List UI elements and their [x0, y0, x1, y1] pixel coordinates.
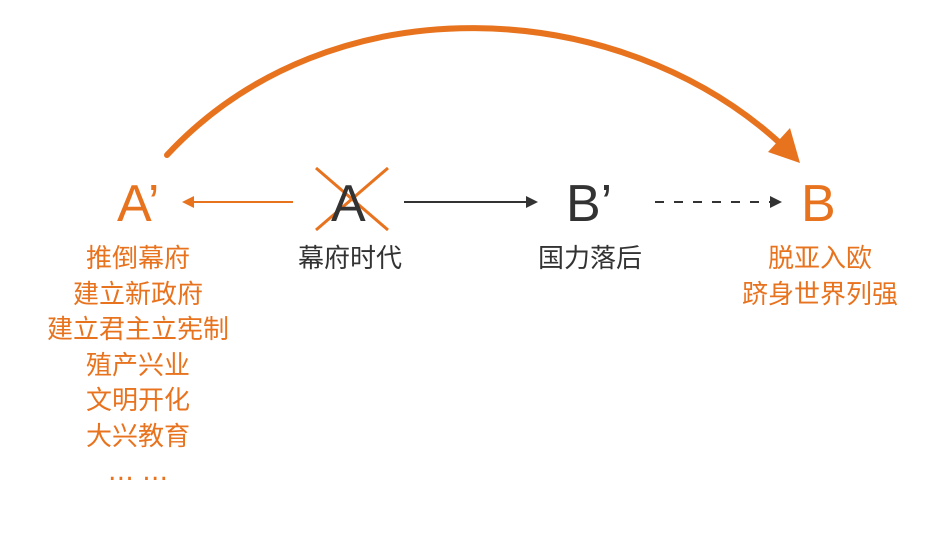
curved-arrow-a-prime-to-b — [164, 25, 785, 158]
list-item: 推倒幕府 — [85, 244, 190, 274]
list-item: 大兴教育 — [85, 421, 190, 452]
caption-a: 幕府时代 — [297, 244, 402, 274]
caption-b-prime: 国力落后 — [537, 244, 642, 274]
arrow-a-to-b-prime-head — [526, 196, 538, 208]
node-a: A — [331, 175, 366, 233]
diagram-canvas: A’ A B’ B 幕府时代 国力落后 推倒幕府 建立新政府 建立君主立宪制 殖… — [0, 0, 947, 541]
node-a-prime: A’ — [117, 175, 160, 233]
arrow-b-prime-to-b-head — [770, 196, 782, 208]
a-prime-list: 推倒幕府 建立新政府 建立君主立宪制 殖产兴业 文明开化 大兴教育 … … — [18, 242, 258, 491]
list-item: 建立君主立宪制 — [46, 315, 229, 345]
list-item: … … — [107, 457, 169, 487]
arrow-a-to-a-prime-head — [182, 196, 194, 208]
node-b: B — [801, 175, 836, 233]
list-item: 殖产兴业 — [85, 350, 190, 381]
list-item: 跻身世界列强 — [741, 279, 898, 310]
list-item: 文明开化 — [85, 386, 190, 416]
list-item: 脱亚入欧 — [767, 244, 872, 274]
node-b-prime: B’ — [566, 175, 613, 233]
list-item: 建立新政府 — [72, 279, 203, 310]
b-list: 脱亚入欧 跻身世界列强 — [715, 242, 925, 313]
